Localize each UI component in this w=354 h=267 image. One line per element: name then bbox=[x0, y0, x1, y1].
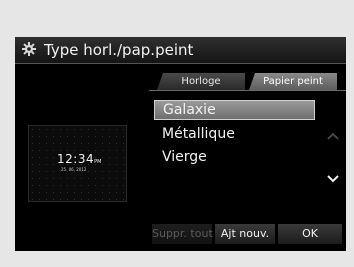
tab-divider bbox=[149, 90, 346, 91]
list-item-metallique[interactable]: Métallique bbox=[154, 124, 315, 144]
preview-clock-date: 25. 06. 2012 bbox=[61, 167, 87, 172]
title-bar: Type horl./pap.peint bbox=[15, 37, 346, 64]
screen: Type horl./pap.peint Horloge Papier pein… bbox=[15, 37, 346, 251]
gear-icon-svg bbox=[22, 42, 36, 56]
page-title: Type horl./pap.peint bbox=[44, 41, 194, 59]
tab-clock[interactable]: Horloge bbox=[157, 73, 245, 90]
device-frame: Type horl./pap.peint Horloge Papier pein… bbox=[6, 6, 346, 260]
preview-time-digits: 12:34 bbox=[57, 152, 95, 166]
delete-all-button[interactable]: Suppr. tout bbox=[152, 224, 213, 244]
chevron-down-icon[interactable] bbox=[326, 170, 340, 183]
add-new-button[interactable]: Ajt nouv. bbox=[215, 224, 275, 244]
ok-button[interactable]: OK bbox=[278, 224, 342, 244]
chevron-up-svg bbox=[327, 132, 339, 140]
tab-wallpaper[interactable]: Papier peint bbox=[249, 73, 337, 90]
list-item-galaxie[interactable]: Galaxie bbox=[154, 100, 315, 120]
preview-time-ampm: PM bbox=[94, 159, 102, 165]
chevron-up-icon[interactable] bbox=[326, 127, 340, 140]
gear-icon bbox=[21, 42, 37, 58]
chevron-down-svg bbox=[327, 175, 339, 183]
list-item-vierge[interactable]: Vierge bbox=[154, 147, 315, 167]
wallpaper-preview: 12:34PM 25. 06. 2012 bbox=[28, 125, 127, 202]
